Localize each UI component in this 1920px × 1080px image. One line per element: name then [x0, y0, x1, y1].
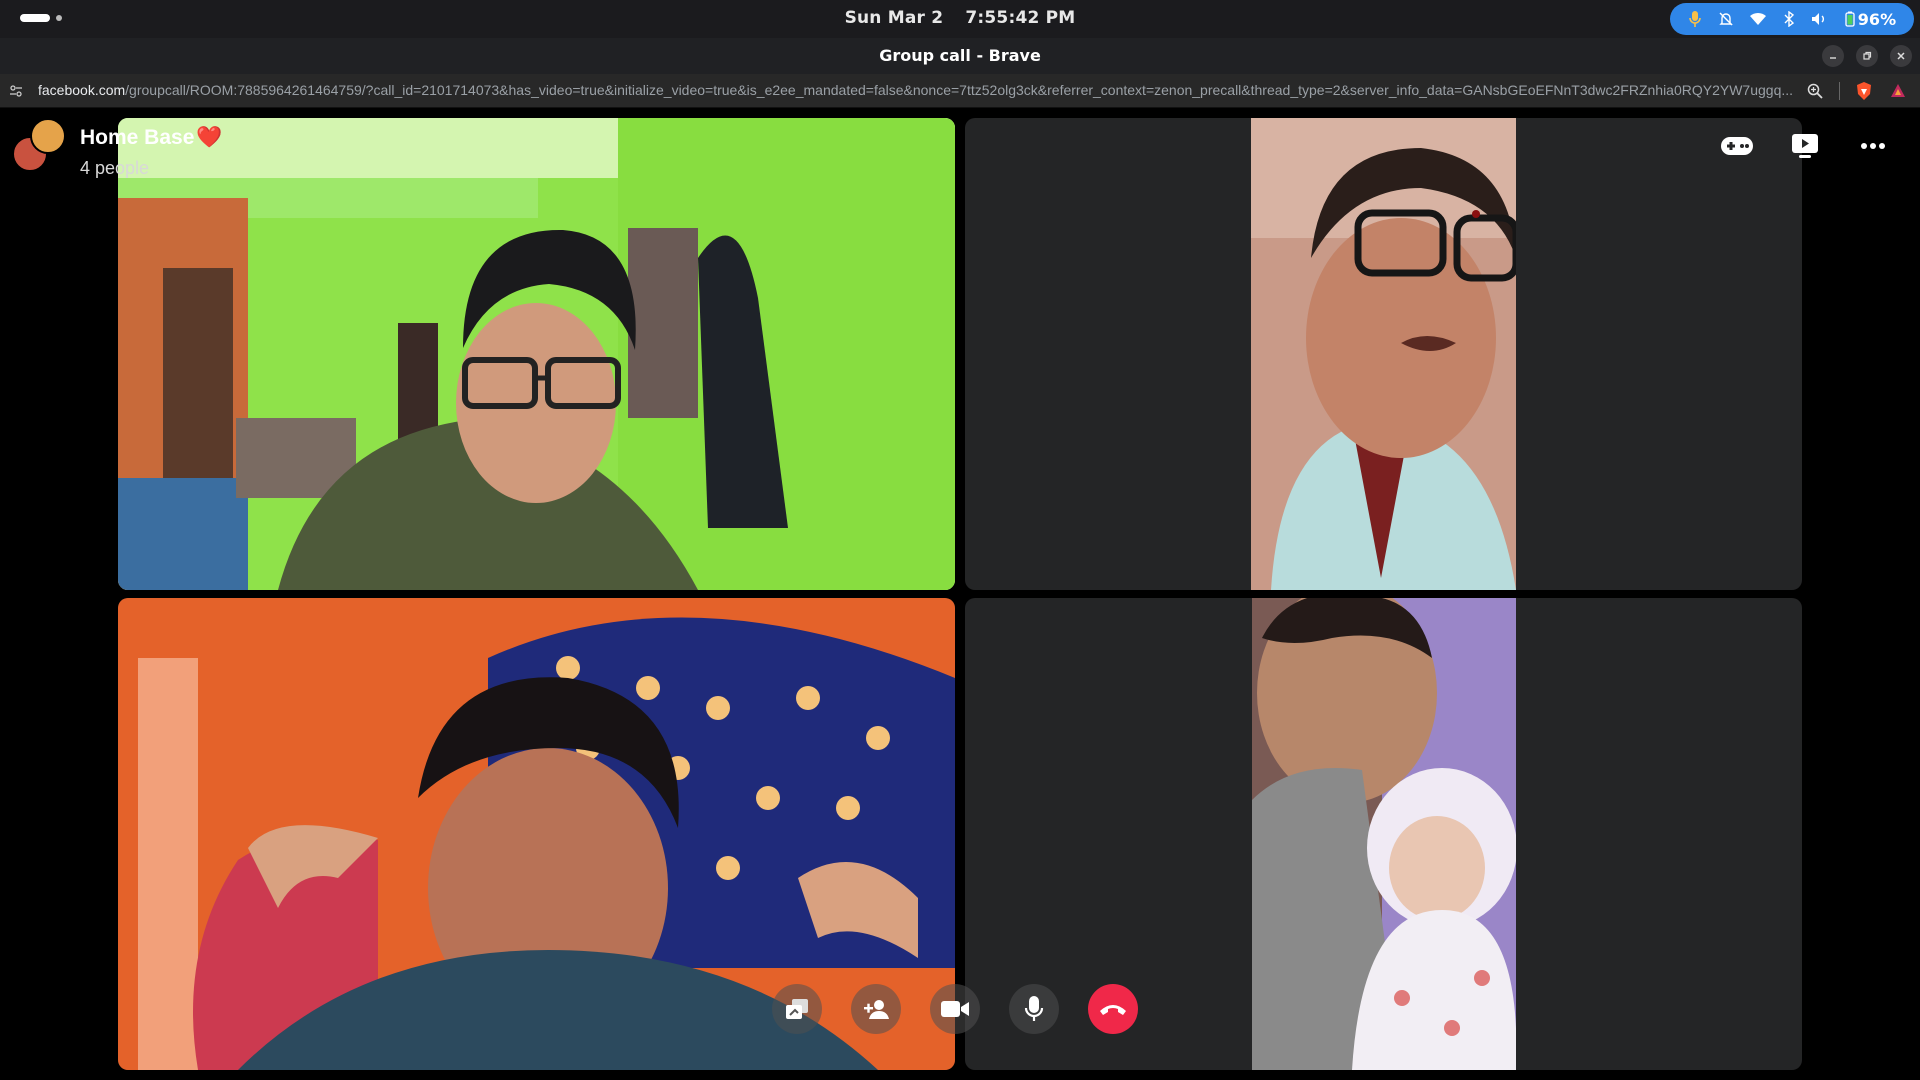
url-domain: facebook.com	[38, 82, 126, 98]
microphone-button[interactable]	[1009, 984, 1059, 1034]
participant-video-2	[1251, 118, 1516, 590]
people-count: 4 people	[80, 158, 150, 178]
close-button[interactable]	[1890, 45, 1912, 67]
notifications-off-icon	[1718, 11, 1734, 27]
microphone-icon	[1024, 996, 1044, 1021]
volume-icon	[1811, 12, 1829, 26]
participant-video-4	[1252, 598, 1516, 1070]
window-title: Group call - Brave	[879, 46, 1041, 65]
group-name: Home Base❤️	[80, 126, 223, 150]
add-people-icon	[864, 1000, 889, 1019]
participant-tile-2[interactable]	[965, 118, 1802, 590]
site-settings-icon[interactable]	[8, 83, 24, 99]
share-screen-icon	[786, 999, 808, 1019]
end-call-button[interactable]	[1088, 984, 1138, 1034]
group-name-text: Home Base	[80, 126, 195, 149]
bluetooth-icon	[1783, 11, 1795, 27]
restore-button[interactable]	[1856, 45, 1878, 67]
address-bar[interactable]: facebook.com/groupcall/ROOM:788596426146…	[0, 74, 1920, 108]
group-header[interactable]: Home Base❤️ 4 people	[12, 118, 272, 182]
wifi-icon	[1749, 12, 1767, 26]
end-call-icon	[1100, 1005, 1126, 1015]
call-controls	[772, 984, 1138, 1034]
url-separator	[1839, 82, 1840, 100]
games-icon[interactable]	[1720, 132, 1754, 160]
minimize-button[interactable]	[1822, 45, 1844, 67]
brave-rewards-icon[interactable]	[1888, 81, 1908, 101]
participant-video-1	[118, 118, 955, 590]
camera-icon	[941, 1001, 969, 1017]
system-top-bar: Sun Mar 2 7:55:42 PM 96%	[0, 0, 1920, 38]
watch-together-icon[interactable]	[1788, 132, 1822, 160]
url-path: /groupcall/ROOM:7885964261464759/?call_i…	[125, 82, 1794, 98]
battery-indicator: 96%	[1845, 10, 1896, 29]
heart-emoji-icon: ❤️	[196, 126, 223, 149]
group-avatar-primary	[30, 118, 66, 154]
camera-button[interactable]	[930, 984, 980, 1034]
share-screen-button[interactable]	[772, 984, 822, 1034]
clock[interactable]: Sun Mar 2 7:55:42 PM	[0, 8, 1920, 28]
clock-time: 7:55:42 PM	[965, 8, 1076, 28]
group-call-view: Home Base❤️ 4 people	[0, 108, 1920, 1080]
zoom-icon[interactable]	[1805, 81, 1825, 101]
clock-date: Sun Mar 2	[844, 8, 944, 28]
battery-icon	[1845, 11, 1855, 27]
call-top-actions	[1720, 132, 1890, 160]
system-tray[interactable]: 96%	[1670, 3, 1914, 35]
microphone-icon	[1688, 10, 1702, 28]
url-text[interactable]: facebook.com/groupcall/ROOM:788596426146…	[38, 82, 1800, 98]
brave-shields-icon[interactable]	[1854, 81, 1874, 101]
add-people-button[interactable]	[851, 984, 901, 1034]
browser-title-bar: Group call - Brave	[0, 38, 1920, 74]
more-options-icon[interactable]	[1856, 132, 1890, 160]
battery-percent: 96%	[1857, 9, 1897, 29]
participant-tile-1[interactable]	[118, 118, 955, 590]
